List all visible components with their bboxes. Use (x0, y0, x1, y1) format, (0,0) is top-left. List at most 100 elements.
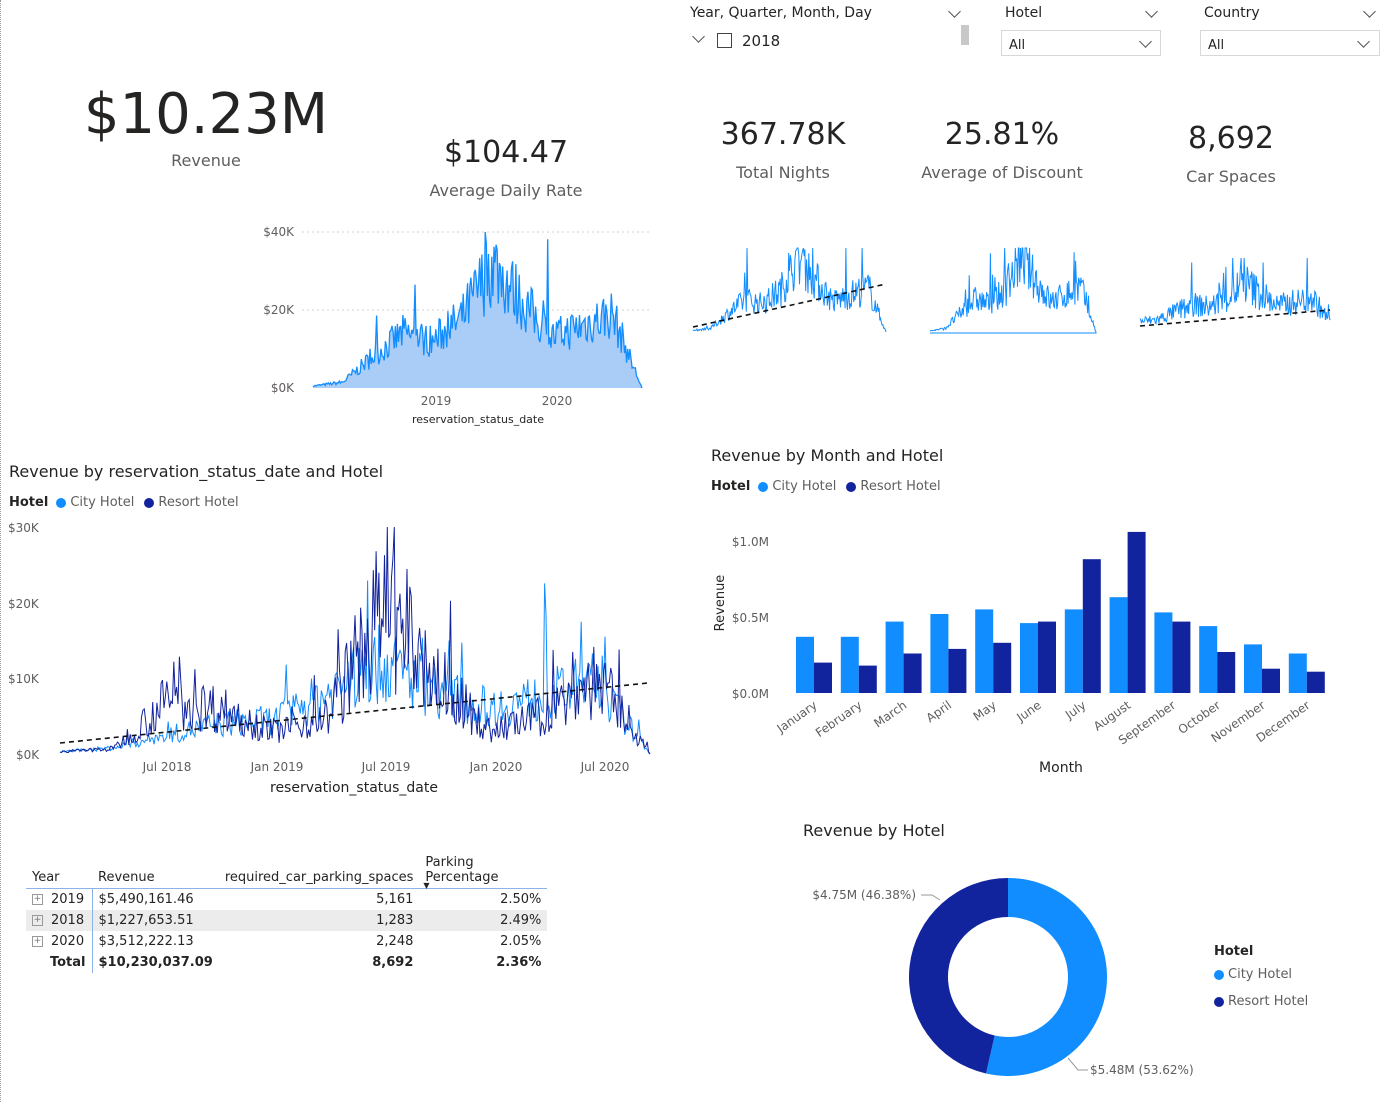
chevron-down-icon[interactable] (1363, 5, 1376, 18)
bar-resort-may[interactable] (993, 642, 1012, 693)
bar-city-july[interactable] (1064, 609, 1083, 693)
revenue-area-chart[interactable]: $40K $20K $0K 2019 2020 reservation_stat… (250, 215, 670, 430)
resort-data-label: $4.75M (46.38%) (812, 888, 916, 902)
sort-desc-icon[interactable]: ▼ (423, 881, 429, 890)
hotel-dropdown[interactable]: All (1001, 30, 1161, 56)
cell-spaces: 1,283 (218, 910, 420, 931)
bar-city-january[interactable] (796, 636, 814, 693)
country-dropdown[interactable]: All (1200, 30, 1380, 56)
expand-icon[interactable]: + (32, 915, 43, 926)
donut-legend-city[interactable]: City Hotel (1214, 967, 1292, 982)
expand-icon[interactable]: + (32, 936, 43, 947)
line-chart-legend: Hotel City Hotel Resort Hotel (9, 495, 239, 510)
bar-city-august[interactable] (1109, 597, 1128, 693)
revenue-by-month-chart[interactable]: $1.0M $0.5M $0.0M Revenue JanuaryFebruar… (700, 520, 1350, 785)
bar-city-february[interactable] (840, 636, 859, 693)
x-tick-label: 2020 (542, 394, 573, 408)
cell-revenue: $1,227,653.51 (92, 910, 219, 931)
table-row[interactable]: +2018 $1,227,653.51 1,283 2.49% (26, 910, 548, 931)
country-slicer-title: Country (1204, 5, 1260, 21)
parking-sparkline (1139, 257, 1331, 327)
header-parking-spaces[interactable]: required_car_parking_spaces (218, 852, 420, 889)
header-year[interactable]: Year (26, 852, 92, 889)
legend-item-resort-hotel[interactable]: Resort Hotel (158, 495, 238, 510)
bar-resort-october[interactable] (1217, 652, 1236, 693)
bar-city-september[interactable] (1154, 612, 1173, 693)
bar-resort-december[interactable] (1306, 671, 1325, 693)
y-tick-label: $0.5M (732, 611, 769, 625)
bar-city-may[interactable] (975, 609, 994, 693)
legend-item-resort-hotel[interactable]: Resort Hotel (860, 479, 940, 494)
header-parking-percentage-label: Parking Percentage (425, 855, 499, 885)
chevron-down-icon[interactable] (948, 5, 961, 18)
bar-resort-march[interactable] (903, 653, 922, 694)
discount-kpi-value: 25.81% (944, 117, 1060, 152)
revenue-by-hotel-donut[interactable]: $4.75M (46.38%) $5.48M (53.62%) (800, 870, 1220, 1090)
city-data-label: $5.48M (53.62%) (1090, 1063, 1194, 1077)
y-tick-label: $0K (271, 381, 295, 395)
table-row[interactable]: +2019 $5,490,161.46 5,161 2.50% (26, 888, 547, 910)
chevron-down-icon (1139, 35, 1152, 48)
bar-city-november[interactable] (1244, 644, 1262, 693)
cell-year: 2018 (51, 913, 85, 928)
month-label: January (774, 698, 820, 736)
x-axis-title: Month (1039, 760, 1083, 776)
bar-city-march[interactable] (885, 621, 904, 693)
bar-resort-november[interactable] (1262, 668, 1280, 693)
expand-chevron-icon[interactable] (692, 30, 705, 43)
discount-sparkline (929, 247, 1097, 334)
y-tick-label: $10K (8, 672, 40, 686)
revenue-kpi-value: $10.23M (83, 82, 329, 147)
city-hotel-line[interactable] (59, 580, 651, 755)
bar-resort-september[interactable] (1172, 621, 1191, 693)
legend-item-city-hotel[interactable]: City Hotel (70, 495, 134, 510)
bar-city-october[interactable] (1199, 626, 1218, 693)
parking-kpi-value: 8,692 (1188, 121, 1274, 156)
x-axis-title: reservation_status_date (412, 413, 544, 426)
matrix-header-row: Year Revenue required_car_parking_spaces… (26, 852, 548, 890)
month-label: March (871, 698, 909, 730)
bar-city-june[interactable] (1020, 623, 1038, 693)
nights-sparkline-line (692, 247, 887, 333)
y-tick-label: $0K (16, 748, 40, 762)
bar-resort-february[interactable] (858, 665, 877, 693)
x-axis-title: reservation_status_date (270, 780, 438, 796)
bar-resort-august[interactable] (1127, 531, 1146, 693)
chevron-down-icon (1357, 35, 1370, 48)
x-tick-label: Jan 2020 (469, 760, 523, 774)
y-tick-label: $40K (263, 225, 295, 239)
slicer-item-2018[interactable]: 2018 (742, 32, 780, 50)
x-tick-label: Jan 2019 (250, 760, 304, 774)
donut-legend-resort[interactable]: Resort Hotel (1214, 994, 1308, 1009)
table-row[interactable]: +2020 $3,512,222.13 2,248 2.05% (26, 931, 547, 952)
revenue-by-date-hotel-chart[interactable]: $30K $20K $10K $0K Jul 2018 Jan 2019 Jul… (0, 515, 670, 805)
country-dropdown-value: All (1208, 38, 1225, 53)
total-pct: 2.36% (496, 955, 542, 970)
resort-hotel-line[interactable] (59, 526, 651, 755)
parking-kpi-label: Car Spaces (1186, 167, 1276, 186)
bar-resort-april[interactable] (948, 648, 967, 693)
chevron-down-icon[interactable] (1145, 5, 1158, 18)
bars (796, 531, 1325, 694)
cell-pct: 2.05% (500, 934, 542, 949)
legend-item-city-hotel[interactable]: City Hotel (772, 479, 836, 494)
bar-resort-january[interactable] (814, 662, 832, 693)
header-parking-percentage[interactable]: Parking Percentage ▼ (419, 852, 548, 890)
adr-kpi-label: Average Daily Rate (429, 181, 583, 200)
bar-city-april[interactable] (930, 614, 949, 693)
month-label: June (1013, 698, 1043, 725)
total-spaces: 8,692 (372, 955, 414, 970)
header-revenue[interactable]: Revenue (92, 852, 219, 889)
bar-resort-june[interactable] (1038, 621, 1056, 693)
expand-icon[interactable]: + (32, 894, 43, 905)
revenue-matrix[interactable]: Year Revenue required_car_parking_spaces… (26, 852, 548, 973)
date-slicer-title: Year, Quarter, Month, Day (690, 5, 872, 21)
bar-city-december[interactable] (1288, 653, 1307, 694)
legend-item-city-hotel: City Hotel (1228, 967, 1293, 982)
checkbox-2018[interactable] (717, 33, 732, 48)
bar-resort-july[interactable] (1082, 559, 1101, 693)
bar-chart-title: Revenue by Month and Hotel (711, 446, 944, 465)
nights-kpi-value: 367.78K (720, 117, 846, 152)
donut-legend-title: Hotel (1214, 944, 1254, 959)
slicer-scrollbar[interactable] (961, 25, 969, 45)
